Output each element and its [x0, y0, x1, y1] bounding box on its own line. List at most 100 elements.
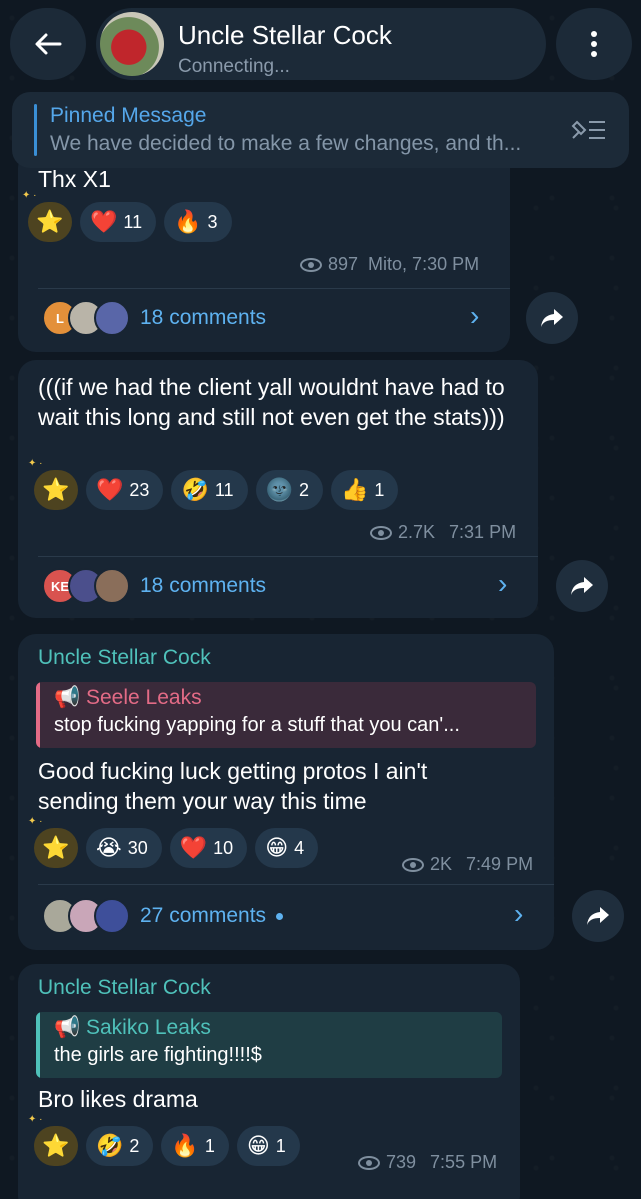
reaction-chip[interactable]: 😁 1: [236, 1126, 300, 1166]
divider: [38, 288, 510, 289]
reply-quote[interactable]: 📢 Seele Leaks stop fucking yapping for a…: [36, 682, 536, 748]
message-time: 7:31 PM: [449, 522, 517, 542]
message-time: 7:55 PM: [430, 1152, 498, 1172]
message-meta: 2K 7:49 PM: [402, 854, 533, 875]
message-text-line: sending them your way this time: [38, 788, 367, 814]
channel-info[interactable]: Uncle Stellar Cock Connecting...: [96, 8, 546, 80]
view-count: 2.7K: [398, 522, 436, 542]
thumbs-up-icon: 👍: [340, 477, 369, 502]
crying-face-icon: 😭: [96, 835, 122, 860]
arrow-left-icon: [35, 33, 62, 55]
chevron-right-icon: ›: [498, 568, 508, 599]
reaction-chip[interactable]: 🌚 2: [255, 470, 323, 510]
share-button[interactable]: [556, 560, 608, 612]
avatar: [94, 568, 130, 604]
message-text-line: Good fucking luck getting protos I ain't: [38, 758, 428, 784]
reaction-chip[interactable]: 🔥 3: [164, 202, 232, 242]
reaction-chip[interactable]: 👍 1: [330, 470, 399, 510]
message-time: 7:49 PM: [466, 854, 534, 874]
star-icon: ⭐: [36, 209, 64, 234]
share-arrow-icon: [541, 309, 563, 327]
star-reaction[interactable]: ⭐: [28, 816, 78, 868]
divider: [38, 556, 538, 557]
quote-text: the girls are fighting!!!!$: [54, 1044, 262, 1066]
star-reaction[interactable]: ⭐: [28, 1114, 78, 1166]
channel-title: Uncle Stellar Cock: [178, 20, 392, 50]
fire-icon: 🔥: [171, 1133, 199, 1158]
comments-link[interactable]: 27 comments: [140, 904, 266, 928]
new-moon-face-icon: 🌚: [265, 477, 293, 502]
rofl-icon: 🤣: [96, 1133, 124, 1158]
comments-row[interactable]: L 18 comments: [42, 300, 266, 336]
reaction-chip[interactable]: 🔥 1: [161, 1126, 229, 1166]
message-bubble[interactable]: Uncle Stellar Cock 📢 Sakiko Leaks the gi…: [18, 964, 520, 1199]
message-meta: 739 7:55 PM: [358, 1152, 497, 1173]
grin-icon: 😁: [265, 835, 289, 860]
message-bubble[interactable]: (((if we had the client yall wouldnt hav…: [18, 360, 538, 618]
comments-row[interactable]: KE 18 comments: [42, 568, 266, 604]
reaction-chip[interactable]: ❤️ 11: [80, 202, 157, 242]
chevron-right-icon: ›: [470, 300, 480, 331]
grin-icon: 😁: [246, 1133, 270, 1158]
star-reaction[interactable]: ⭐: [28, 458, 78, 510]
reaction-chip[interactable]: 🤣 2: [86, 1126, 154, 1166]
message-text: Bro likes drama: [38, 1086, 198, 1112]
commenter-avatars: KE: [42, 568, 130, 604]
pinned-indicator: [34, 104, 37, 156]
share-arrow-icon: [571, 577, 593, 595]
comments-row[interactable]: 27 comments: [42, 898, 284, 934]
comments-link[interactable]: 18 comments: [140, 306, 266, 330]
chevron-right-icon: ›: [514, 898, 524, 929]
share-button[interactable]: [572, 890, 624, 942]
dot-icon: [591, 41, 597, 47]
comments-link[interactable]: 18 comments: [140, 574, 266, 598]
unread-dot: [276, 912, 284, 920]
reply-quote[interactable]: 📢 Sakiko Leaks the girls are fighting!!!…: [36, 1012, 502, 1078]
heart-icon: ❤️: [90, 209, 118, 234]
divider: [38, 884, 554, 885]
message-meta: 2.7K 7:31 PM: [370, 522, 516, 543]
avatar: [94, 898, 130, 934]
megaphone-icon: 📢: [54, 1016, 86, 1039]
reaction-chip[interactable]: ❤️ 10: [169, 828, 248, 868]
quote-bar: [36, 682, 40, 748]
more-menu-button[interactable]: [556, 8, 632, 80]
message-bubble[interactable]: Thx X1 ⭐ ❤️11 🔥3 897 Mito, 7:30 PM L 18 …: [18, 150, 510, 352]
message-meta: 897 Mito, 7:30 PM: [300, 254, 479, 275]
reaction-chip[interactable]: ❤️ 23: [86, 470, 164, 510]
chat-header: Uncle Stellar Cock Connecting...: [0, 0, 641, 92]
heart-icon: ❤️: [179, 835, 208, 860]
pinned-title: Pinned Message: [50, 104, 207, 127]
megaphone-icon: 📢: [54, 686, 86, 709]
quote-text: stop fucking yapping for a stuff that yo…: [54, 714, 460, 736]
star-icon: ⭐: [42, 477, 70, 502]
share-button[interactable]: [526, 292, 578, 344]
message-text: Thx X1: [38, 166, 111, 192]
pinned-message-bar[interactable]: Pinned Message We have decided to make a…: [12, 92, 629, 168]
dot-icon: [591, 31, 597, 37]
share-arrow-icon: [587, 907, 609, 925]
reaction-chip[interactable]: 🤣 11: [171, 470, 248, 510]
avatar: [94, 300, 130, 336]
dot-icon: [591, 51, 597, 57]
back-button[interactable]: [10, 8, 86, 80]
message-text: (((if we had the client yall wouldnt hav…: [38, 374, 505, 430]
star-icon: ⭐: [42, 835, 70, 860]
star-icon: ⭐: [42, 1133, 70, 1158]
eye-icon: [358, 1155, 380, 1170]
pin-list-icon[interactable]: [569, 116, 609, 144]
rofl-icon: 🤣: [181, 477, 209, 502]
message-bubble[interactable]: Uncle Stellar Cock 📢 Seele Leaks stop fu…: [18, 634, 554, 950]
reaction-chip[interactable]: 😁 4: [255, 828, 319, 868]
commenter-avatars: L: [42, 300, 130, 336]
view-count: 897: [328, 254, 359, 274]
view-count: 739: [386, 1152, 417, 1172]
star-reaction[interactable]: ⭐: [22, 190, 72, 242]
view-count: 2K: [430, 854, 453, 874]
channel-avatar[interactable]: [100, 12, 164, 76]
reaction-chip[interactable]: 😭 30: [86, 828, 162, 868]
author-time: Mito, 7:30 PM: [368, 254, 480, 274]
sender-name[interactable]: Uncle Stellar Cock: [38, 646, 211, 670]
sender-name[interactable]: Uncle Stellar Cock: [38, 976, 211, 1000]
connection-status: Connecting...: [178, 56, 290, 77]
